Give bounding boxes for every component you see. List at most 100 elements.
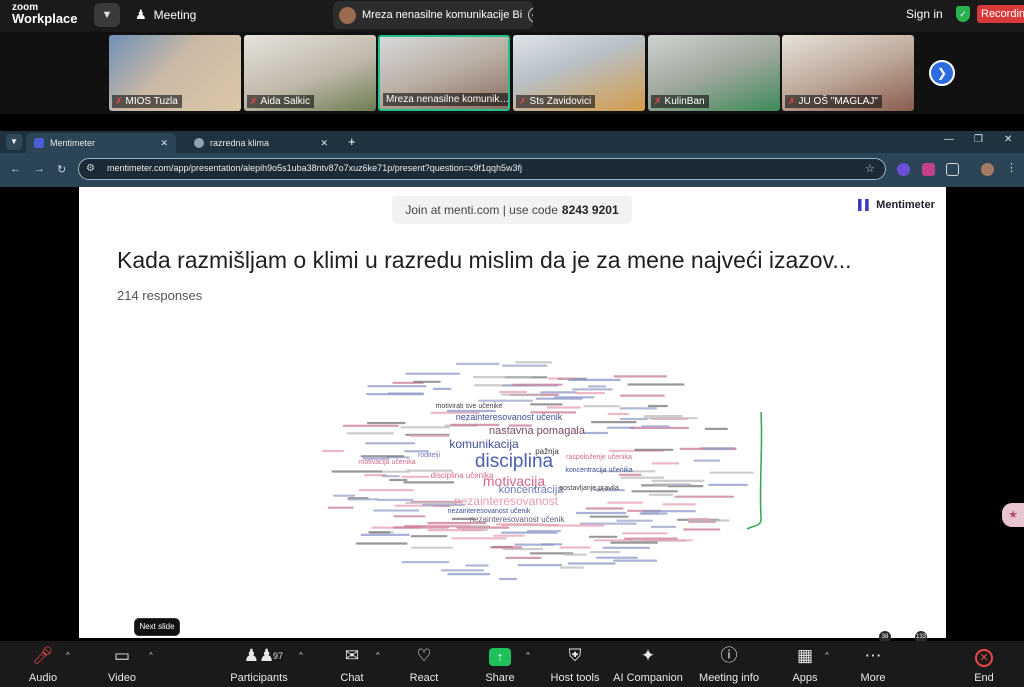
- site-info-icon[interactable]: ⚙: [86, 163, 95, 174]
- cloud-filler-word: [662, 503, 696, 506]
- restore-icon[interactable]: ❐: [974, 134, 983, 145]
- tile-name: ✗ MIOS Tuzla: [112, 95, 182, 108]
- cloud-filler-word: [360, 533, 410, 536]
- cloud-filler-word: [512, 383, 563, 386]
- new-tab-plus-icon[interactable]: +: [348, 134, 356, 149]
- video-tile[interactable]: ✗ Sts Zavidovici: [513, 35, 645, 111]
- cloud-word: postavljanje pravila: [559, 485, 619, 492]
- bookmark-star-icon[interactable]: ☆: [865, 162, 875, 175]
- forward-arrow-icon[interactable]: →: [34, 163, 45, 175]
- cloud-filler-word: [405, 501, 458, 504]
- extension-icon[interactable]: [922, 163, 935, 176]
- close-window-icon[interactable]: ✕: [1004, 134, 1012, 145]
- puzzle-extensions-icon[interactable]: [946, 163, 959, 176]
- cloud-filler-word: [590, 421, 637, 424]
- reload-icon[interactable]: ↻: [57, 163, 66, 176]
- cloud-filler-word: [544, 524, 605, 527]
- cloud-word: nastavna pomagala: [489, 425, 586, 437]
- video-tile[interactable]: ✗ MIOS Tuzla: [109, 35, 241, 111]
- cloud-filler-word: [502, 364, 548, 367]
- end-button[interactable]: ✕ End: [949, 645, 1019, 684]
- cloud-word: komunikacija: [449, 437, 519, 451]
- muted-mic-icon: ✗: [250, 96, 258, 106]
- video-tile[interactable]: ✗ Aida Salkic: [244, 35, 376, 111]
- cloud-filler-word: [377, 498, 414, 501]
- profile-avatar[interactable]: [981, 163, 994, 176]
- cloud-filler-word: [342, 424, 399, 427]
- browser-menu-icon[interactable]: ⋮: [1006, 161, 1017, 174]
- tab-search-icon[interactable]: ▼: [6, 134, 22, 150]
- cloud-filler-word: [366, 393, 424, 396]
- extension-icon[interactable]: [897, 163, 910, 176]
- video-tile[interactable]: ✗ KulinBan: [648, 35, 780, 111]
- apps-options-caret-icon[interactable]: ^: [825, 651, 829, 660]
- speaker-avatar: [339, 6, 356, 24]
- address-bar[interactable]: mentimeter.com/app/presentation/alepih9o…: [78, 158, 886, 180]
- active-speaker-pill[interactable]: Mreza nenasilne komunikacije Bi •••: [333, 1, 533, 29]
- participants-button[interactable]: ♟♟ Participants: [224, 645, 294, 684]
- recording-badge[interactable]: Recording: [977, 5, 1024, 23]
- cloud-filler-word: [643, 415, 683, 418]
- next-page-arrow-icon[interactable]: ❯: [929, 60, 955, 86]
- cloud-filler-word: [583, 405, 620, 408]
- react-button[interactable]: ♡ React: [389, 645, 459, 684]
- cloud-filler-word: [631, 490, 679, 493]
- meeting-button[interactable]: ♟ Meeting: [135, 7, 196, 23]
- tile-name: ✗ Aida Salkic: [247, 95, 315, 108]
- cloud-filler-word: [643, 417, 698, 420]
- video-tile-active-speaker[interactable]: Mreza nenasilne komunik…: [378, 35, 510, 111]
- tab-razredna-klima[interactable]: razredna klima ✕: [186, 133, 336, 153]
- back-arrow-icon[interactable]: ←: [10, 163, 21, 175]
- side-panel-toggle-icon[interactable]: ★: [1002, 503, 1024, 527]
- chat-options-caret-icon[interactable]: ^: [376, 651, 380, 660]
- end-meeting-icon: ✕: [975, 649, 993, 667]
- minimize-icon[interactable]: —: [944, 134, 954, 145]
- meeting-info-label: Meeting info: [699, 672, 759, 684]
- cloud-filler-word: [381, 475, 400, 478]
- tile-name: ✗ KulinBan: [651, 95, 709, 108]
- meeting-info-button[interactable]: ⓘ Meeting info: [694, 645, 764, 684]
- share-label: Share: [485, 672, 515, 684]
- sign-in-link[interactable]: Sign in: [906, 7, 943, 21]
- share-button[interactable]: ↑ Share: [465, 645, 535, 684]
- cloud-filler-word: [642, 510, 696, 513]
- security-shield-icon[interactable]: ✓: [956, 6, 970, 22]
- cloud-filler-word: [650, 525, 677, 528]
- close-tab-icon[interactable]: ✕: [320, 138, 328, 149]
- tab-label: Mentimeter: [50, 138, 96, 148]
- close-tab-icon[interactable]: ✕: [160, 138, 168, 149]
- cloud-word: pažnja: [535, 447, 559, 456]
- cloud-filler-word: [515, 361, 553, 364]
- cloud-filler-word: [499, 390, 527, 394]
- cloud-filler-word: [425, 524, 471, 527]
- host-tools-button[interactable]: ⛨ Host tools: [540, 645, 610, 684]
- join-code: 8243 9201: [561, 203, 619, 217]
- audio-options-caret-icon[interactable]: ^: [66, 651, 70, 660]
- participant-count: 97: [273, 651, 284, 661]
- video-tile[interactable]: ✗ JU OŠ "MAGLAJ": [782, 35, 914, 111]
- globe-favicon-icon: [194, 138, 204, 148]
- more-button[interactable]: ⋯ More: [838, 645, 908, 684]
- react-label: React: [409, 672, 439, 684]
- share-options-caret-icon[interactable]: ^: [526, 651, 530, 660]
- join-text: Join at menti.com | use code: [405, 203, 558, 217]
- cloud-filler-word: [639, 512, 660, 515]
- more-options-icon[interactable]: •••: [528, 7, 533, 23]
- cloud-filler-word: [498, 577, 518, 581]
- cloud-filler-word: [530, 403, 563, 406]
- cloud-filler-word: [500, 531, 558, 534]
- ai-companion-button[interactable]: ✦ AI Companion: [610, 645, 686, 684]
- cloud-word: nezainteresovanost učenik: [448, 508, 531, 515]
- muted-mic-icon: ✗: [788, 96, 796, 106]
- video-options-caret-icon[interactable]: ^: [149, 651, 153, 660]
- tab-mentimeter[interactable]: Mentimeter ✕: [26, 133, 176, 153]
- cloud-filler-word: [447, 573, 491, 576]
- cloud-filler-word: [331, 470, 383, 473]
- cloud-filler-word: [367, 421, 406, 425]
- cloud-word: nezainteresovanost učenik: [456, 412, 563, 422]
- cloud-filler-word: [440, 569, 484, 572]
- chevron-down-icon[interactable]: ▼: [94, 3, 120, 27]
- video-button[interactable]: ▭ Video: [87, 645, 157, 684]
- participants-options-caret-icon[interactable]: ^: [299, 651, 303, 660]
- apps-button[interactable]: ▦ Apps: [770, 645, 840, 684]
